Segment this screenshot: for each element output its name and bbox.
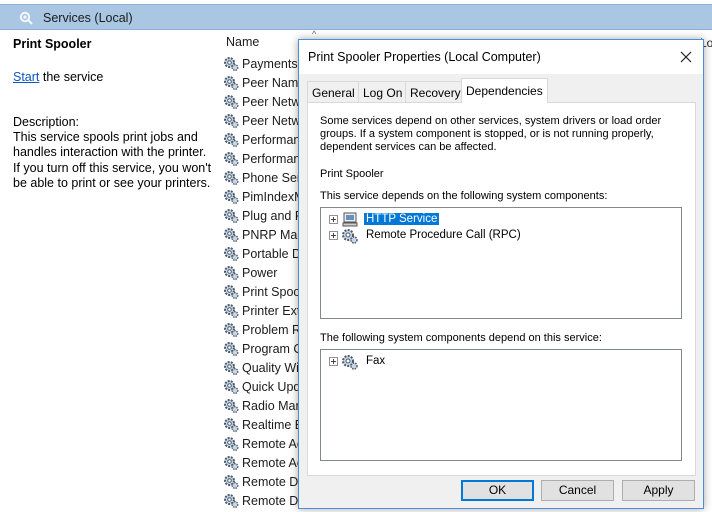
close-button[interactable] <box>669 40 703 74</box>
service-name: Peer Name <box>242 76 306 90</box>
start-service-line: Start the service <box>13 70 103 84</box>
service-name: Radio Man <box>242 399 303 413</box>
service-gear-icon <box>223 208 239 224</box>
service-name: Remote De <box>242 494 306 508</box>
service-gear-icon <box>341 354 359 370</box>
expand-icon[interactable] <box>329 357 338 366</box>
description-label: Description: <box>13 115 79 129</box>
tab-recovery[interactable]: Recovery <box>405 81 466 102</box>
service-name: Performan <box>242 152 301 166</box>
service-gear-icon <box>223 170 239 186</box>
service-gear-icon <box>223 56 239 72</box>
dependencies-tab-panel: Some services depend on other services, … <box>307 102 696 476</box>
service-name: PNRP Mac <box>242 228 304 242</box>
service-name: Problem R <box>242 323 302 337</box>
expand-icon[interactable] <box>329 231 338 240</box>
service-gear-icon <box>223 132 239 148</box>
service-name: Plug and P <box>242 209 304 223</box>
services-local-header: Services (Local) <box>0 4 712 30</box>
dependencies-intro-text: Some services depend on other services, … <box>320 115 662 153</box>
fax-label[interactable]: Fax <box>364 355 387 367</box>
service-gear-icon <box>223 474 239 490</box>
tab-general[interactable]: General <box>307 81 360 102</box>
dialog-titlebar[interactable]: Print Spooler Properties (Local Computer… <box>299 40 703 74</box>
service-name: Realtime B <box>242 418 304 432</box>
tab-log-on[interactable]: Log On <box>358 81 408 102</box>
ok-button[interactable]: OK <box>461 480 534 501</box>
service-name: Remote Ac <box>242 437 304 451</box>
column-name-header[interactable]: Name <box>226 35 259 49</box>
service-gear-icon <box>223 265 239 281</box>
dependencies-service-name: Print Spooler <box>320 168 384 180</box>
service-gear-icon <box>223 379 239 395</box>
service-gear-icon <box>223 189 239 205</box>
tab-dependencies[interactable]: Dependencies <box>461 78 548 103</box>
service-gear-icon <box>223 94 239 110</box>
http-service-label[interactable]: HTTP Service <box>364 213 440 225</box>
start-service-link[interactable]: Start <box>13 70 39 84</box>
dialog-title: Print Spooler Properties (Local Computer… <box>308 50 541 64</box>
expand-icon[interactable] <box>329 215 338 224</box>
service-gear-icon <box>223 113 239 129</box>
service-gear-icon <box>223 493 239 509</box>
service-gear-icon <box>223 151 239 167</box>
service-gear-icon <box>223 360 239 376</box>
cancel-button[interactable]: Cancel <box>541 480 614 501</box>
service-gear-icon <box>341 228 359 244</box>
depends-on-tree[interactable]: HTTP Service Remote Procedure Call (RPC) <box>320 207 682 319</box>
service-name: Quality Wi <box>242 361 299 375</box>
description-text: This service spools print jobs and handl… <box>13 130 212 190</box>
service-description-panel: Print Spooler Start the service Descript… <box>0 31 212 509</box>
rpc-label[interactable]: Remote Procedure Call (RPC) <box>364 229 523 241</box>
selected-service-name: Print Spooler <box>13 37 92 51</box>
service-gear-icon <box>223 322 239 338</box>
depends-on-label: This service depends on the following sy… <box>320 190 608 202</box>
close-icon <box>680 51 692 63</box>
service-name: Payments <box>242 57 298 71</box>
service-gear-icon <box>223 284 239 300</box>
service-name: Peer Netw <box>242 95 301 109</box>
apply-button[interactable]: Apply <box>622 480 695 501</box>
service-name: Remote De <box>242 475 306 489</box>
service-gear-icon <box>223 227 239 243</box>
services-local-title: Services (Local) <box>43 11 133 25</box>
depend-on-this-label: The following system components depend o… <box>320 332 602 344</box>
properties-dialog: Print Spooler Properties (Local Computer… <box>298 39 704 509</box>
service-name: Power <box>242 266 278 280</box>
depend-on-this-tree[interactable]: Fax <box>320 349 682 461</box>
service-name: Performan <box>242 133 301 147</box>
driver-icon <box>341 212 359 228</box>
service-name: PimIndexM <box>242 190 305 204</box>
service-gear-icon <box>223 398 239 414</box>
service-gear-icon <box>223 417 239 433</box>
sort-ascending-icon: ^ <box>312 29 317 39</box>
service-name: Peer Netw <box>242 114 301 128</box>
service-name: Program C <box>242 342 303 356</box>
service-gear-icon <box>223 246 239 262</box>
service-name: Portable D <box>242 247 302 261</box>
service-gear-icon <box>223 341 239 357</box>
service-name: Remote Ac <box>242 456 304 470</box>
service-gear-icon <box>223 303 239 319</box>
start-service-suffix: the service <box>39 70 104 84</box>
service-name: Quick Upd <box>242 380 301 394</box>
service-name: Print Spoo <box>242 285 301 299</box>
service-gear-icon <box>223 455 239 471</box>
service-gear-icon <box>223 436 239 452</box>
service-gear-icon <box>223 75 239 91</box>
services-gear-icon <box>18 10 34 26</box>
